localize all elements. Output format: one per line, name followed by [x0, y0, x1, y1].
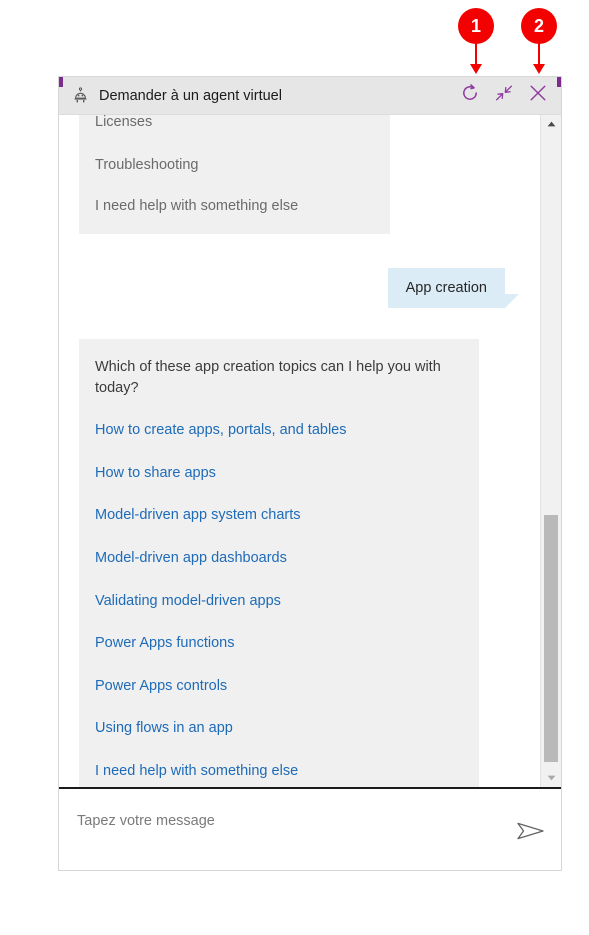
restart-conversation-button[interactable] — [453, 79, 487, 113]
send-paper-plane-icon — [516, 820, 546, 847]
topic-link-need-help-something-else[interactable]: I need help with something else — [95, 762, 463, 782]
minimize-button[interactable] — [487, 79, 521, 113]
message-composer — [59, 787, 561, 870]
topic-link-powerapps-controls[interactable]: Power Apps controls — [95, 677, 463, 697]
topic-link-dashboards[interactable]: Model-driven app dashboards — [95, 549, 463, 569]
message-list: Licenses Troubleshooting I need help wit… — [59, 115, 540, 787]
close-button[interactable] — [521, 79, 555, 113]
topic-link-powerapps-functions[interactable]: Power Apps functions — [95, 634, 463, 654]
annotation-number-1: 1 — [458, 8, 494, 44]
clipped-option-licenses[interactable]: Licenses — [95, 115, 374, 135]
header-accent-right — [557, 77, 561, 87]
message-input[interactable] — [59, 789, 505, 829]
scrollbar-thumb[interactable] — [544, 515, 558, 762]
user-message-wrap: App creation — [387, 268, 520, 309]
topic-link-system-charts[interactable]: Model-driven app system charts — [95, 506, 463, 526]
annotation-arrowhead-1 — [470, 64, 482, 74]
message-row: Which of these app creation topics can I… — [59, 308, 540, 787]
message-row: Licenses Troubleshooting I need help wit… — [59, 115, 540, 235]
scroll-down-arrow-icon[interactable] — [541, 769, 561, 787]
topic-link-share-apps[interactable]: How to share apps — [95, 464, 463, 484]
annotation-arrowhead-2 — [533, 64, 545, 74]
topic-link-using-flows[interactable]: Using flows in an app — [95, 719, 463, 739]
past-option-need-help-something-else[interactable]: I need help with something else — [95, 197, 374, 217]
annotation-stem-2 — [538, 42, 540, 66]
virtual-agent-chat-panel: Demander à un agent virtuel Licenses Tro… — [58, 76, 562, 871]
bot-question-text: Which of these app creation topics can I… — [95, 359, 441, 396]
annotation-stem-1 — [475, 42, 477, 66]
transcript-scrollbar[interactable] — [540, 115, 561, 787]
topic-link-validating-apps[interactable]: Validating model-driven apps — [95, 592, 463, 612]
close-x-icon — [528, 83, 548, 108]
refresh-circle-icon — [460, 83, 480, 108]
bot-message-bubble-topics: Which of these app creation topics can I… — [79, 339, 479, 787]
chat-transcript-area: Licenses Troubleshooting I need help wit… — [59, 115, 561, 787]
past-option-troubleshooting[interactable]: Troubleshooting — [95, 156, 374, 176]
scroll-up-arrow-icon[interactable] — [541, 115, 561, 133]
user-message-bubble: App creation — [387, 268, 520, 309]
collapse-arrows-icon — [495, 84, 513, 107]
page-title: Demander à un agent virtuel — [99, 87, 282, 104]
robot-agent-icon — [71, 87, 89, 105]
header-accent-left — [59, 77, 63, 87]
send-button[interactable] — [505, 807, 557, 859]
annotation-number-2: 2 — [521, 8, 557, 44]
chat-header: Demander à un agent virtuel — [59, 77, 561, 115]
topic-link-create-apps[interactable]: How to create apps, portals, and tables — [95, 421, 463, 441]
bot-message-bubble-clipped: Licenses Troubleshooting I need help wit… — [79, 115, 390, 235]
message-row: App creation — [59, 234, 540, 309]
